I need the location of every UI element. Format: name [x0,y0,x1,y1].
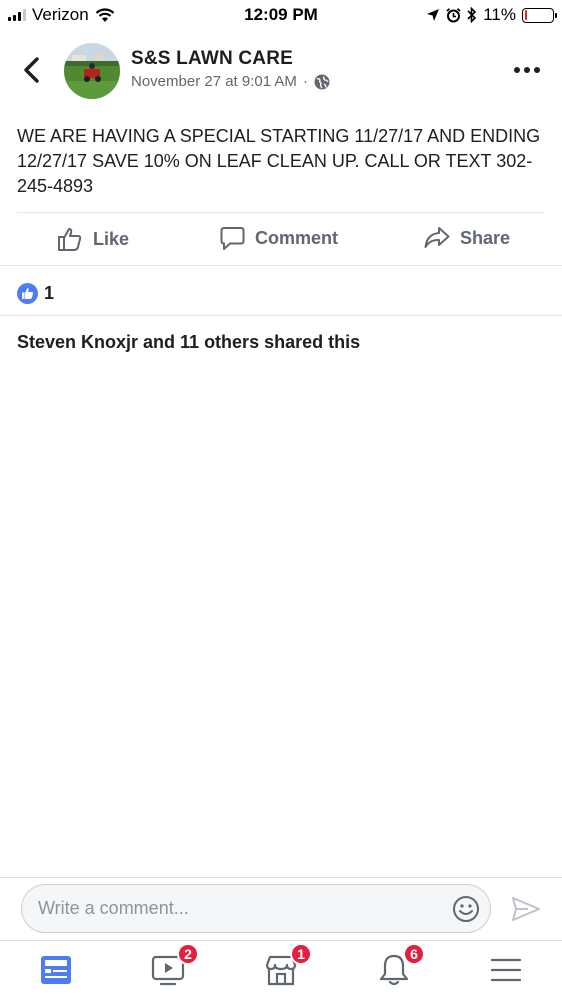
news-feed-icon [41,956,71,984]
divider [17,212,545,213]
location-arrow-icon [427,9,440,21]
like-reaction-icon [17,283,38,304]
page-name[interactable]: S&S LAWN CARE [131,48,293,70]
lawn-mower-photo [64,43,120,99]
bluetooth-icon [467,7,477,23]
share-label: Share [460,227,511,248]
notification-badge: 1 [290,943,312,965]
reaction-summary[interactable]: 1 [17,283,54,304]
alarm-icon [446,7,461,22]
battery-level [524,10,528,20]
tab-bar: 2 1 6 [0,941,562,1000]
more-options-icon[interactable] [514,62,544,78]
post-meta: November 27 at 9:01 AM · [131,73,330,90]
comment-bubble-icon [220,227,245,250]
post-text: WE ARE HAVING A SPECIAL STARTING 11/27/1… [17,126,541,196]
comment-composer [21,884,491,933]
thumbs-up-icon [58,228,82,251]
divider [0,265,562,266]
divider [0,877,562,878]
tab-marketplace[interactable]: 1 [264,943,312,987]
meta-separator: · [302,73,308,90]
divider [0,315,562,316]
post-actions: Like Comment Share [0,214,562,264]
globe-icon [314,74,330,89]
battery-percent: 11% [483,5,516,24]
menu-icon [490,958,522,982]
reaction-count: 1 [44,283,55,303]
like-label: Like [93,228,130,249]
notification-badge: 6 [403,943,425,965]
share-arrow-icon [424,227,450,248]
back-chevron-icon[interactable] [20,56,44,84]
tab-watch[interactable]: 2 [151,943,199,987]
tab-notifications[interactable]: 6 [377,943,425,987]
tab-news-feed[interactable] [39,953,73,987]
send-icon[interactable] [511,896,541,922]
like-button[interactable]: Like [57,226,129,252]
shares-summary[interactable]: Steven Knoxjr and 11 others shared this [17,332,360,353]
battery-icon [522,7,557,23]
page-avatar[interactable] [64,43,120,99]
post-header: S&S LAWN CARE November 27 at 9:01 AM · [0,40,562,102]
comment-button[interactable]: Comment [220,226,338,251]
comment-label: Comment [255,228,339,248]
post-timestamp[interactable]: November 27 at 9:01 AM [131,73,297,90]
share-button[interactable]: Share [424,226,510,250]
notification-badge: 2 [177,943,199,965]
status-bar: Verizon 12:09 PM 11% [0,0,562,30]
comment-input[interactable] [38,885,438,932]
emoji-icon[interactable] [452,895,480,923]
tab-menu[interactable] [489,953,523,987]
